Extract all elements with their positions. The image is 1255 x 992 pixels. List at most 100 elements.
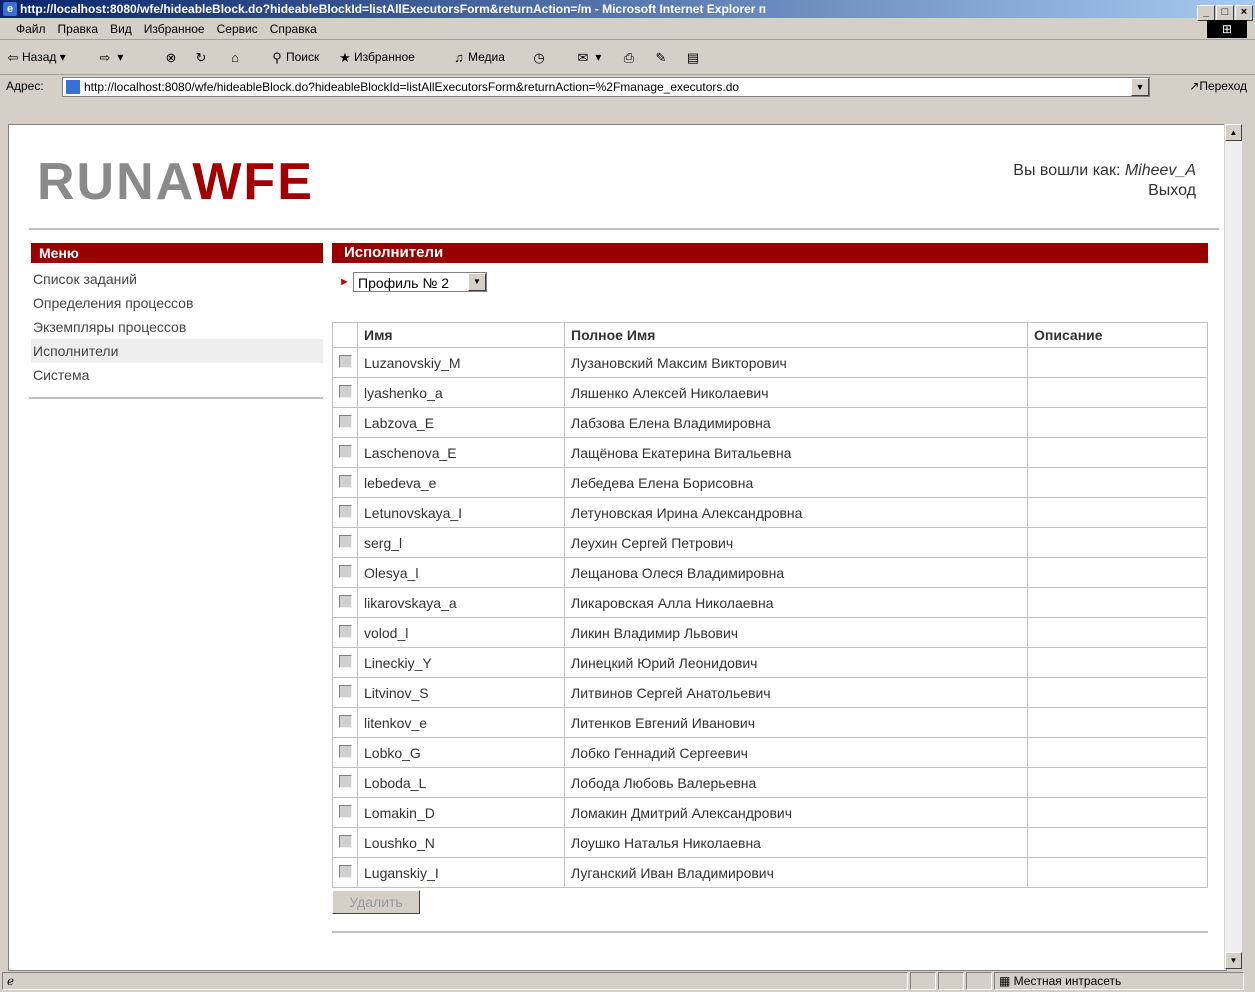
row-checkbox[interactable] [338, 684, 352, 698]
table-row: serg_l Леухин Сергей Петрович [332, 527, 1208, 558]
refresh-icon: ↻ [195, 49, 207, 65]
chevron-down-icon[interactable]: ▼ [468, 273, 486, 291]
forward-button[interactable]: ⇨ ▾ [96, 46, 124, 68]
row-checkbox-cell [332, 377, 358, 408]
forward-arrow-icon: ⇨ [99, 49, 111, 65]
row-checkbox[interactable] [338, 534, 352, 548]
column-header-name[interactable]: Имя [357, 322, 565, 348]
row-checkbox[interactable] [338, 504, 352, 518]
sidebar-item-process-instances[interactable]: Экземпляры процессов [31, 315, 323, 339]
profile-select[interactable]: Профиль № 2 ▼ [353, 272, 487, 292]
cell-name[interactable]: Luganskiy_I [357, 857, 565, 888]
row-checkbox[interactable] [338, 624, 352, 638]
cell-name[interactable]: Loboda_L [357, 767, 565, 798]
edit-button[interactable]: ✎ [652, 46, 670, 68]
row-checkbox[interactable] [338, 474, 352, 488]
cell-name[interactable]: Lobko_G [357, 737, 565, 768]
print-button[interactable]: ⎙ [620, 46, 638, 68]
cell-description [1027, 527, 1208, 558]
search-button[interactable]: ⚲ Поиск [268, 46, 319, 68]
row-checkbox[interactable] [338, 744, 352, 758]
menu-edit[interactable]: Правка [52, 19, 105, 39]
row-checkbox[interactable] [338, 774, 352, 788]
row-checkbox[interactable] [338, 594, 352, 608]
menu-favorites[interactable]: Избранное [138, 19, 211, 39]
row-checkbox[interactable] [338, 804, 352, 818]
cell-fullname: Лебедева Елена Борисовна [564, 467, 1028, 498]
cell-name[interactable]: Labzova_E [357, 407, 565, 438]
sidebar-item-system[interactable]: Система [31, 363, 323, 387]
printer-icon: ⎙ [623, 49, 635, 65]
ie-icon: e [3, 2, 17, 16]
cell-description [1027, 857, 1208, 888]
cell-name[interactable]: Lomakin_D [357, 797, 565, 828]
cell-description [1027, 797, 1208, 828]
cell-name[interactable]: litenkov_e [357, 707, 565, 738]
address-dropdown-button[interactable]: ▼ [1131, 78, 1149, 96]
page-icon [66, 80, 80, 94]
refresh-button[interactable]: ↻ [192, 46, 210, 68]
cell-name[interactable]: lebedeva_e [357, 467, 565, 498]
back-button[interactable]: ⇦ Назад ▾ [4, 46, 66, 68]
cell-name[interactable]: lyashenko_a [357, 377, 565, 408]
toolbar: ⇦ Назад ▾ ⇨ ▾ ⊗ ↻ ⌂ ⚲ Поиск ★ Избранное ♫ Ме… [0, 40, 1255, 75]
favorites-button[interactable]: ★ Избранное [336, 46, 415, 68]
cell-name[interactable]: serg_l [357, 527, 565, 558]
go-arrow-icon: ↗ [1189, 79, 1200, 93]
logout-link[interactable]: Выход [1013, 182, 1196, 200]
row-checkbox[interactable] [338, 354, 352, 368]
delete-button[interactable]: Удалить [332, 890, 420, 914]
expand-triangle-icon[interactable]: ► [339, 276, 353, 288]
row-checkbox-cell [332, 737, 358, 768]
menu-view[interactable]: Вид [104, 19, 138, 39]
sidebar-item-tasks[interactable]: Список заданий [31, 267, 323, 291]
cell-description [1027, 437, 1208, 468]
home-button[interactable]: ⌂ [226, 46, 244, 68]
table-header-row: Имя Полное Имя Описание [332, 322, 1208, 348]
table-row: volod_l Ликин Владимир Львович [332, 617, 1208, 648]
stop-button[interactable]: ⊗ [162, 46, 180, 68]
history-button[interactable]: ◷ [530, 46, 548, 68]
address-input[interactable]: http://localhost:8080/wfe/hideableBlock.… [62, 77, 1150, 97]
table-row: Luganskiy_I Луганский Иван Владимирович [332, 857, 1208, 888]
ie-status-icon: ℯ [7, 974, 15, 988]
scroll-down-icon[interactable]: ▼ [1225, 952, 1242, 969]
cell-fullname: Ломакин Дмитрий Александрович [564, 797, 1028, 828]
cell-name[interactable]: Litvinov_S [357, 677, 565, 708]
menu-file[interactable]: Файл [10, 19, 52, 39]
sidebar-item-executors[interactable]: Исполнители [31, 339, 323, 363]
cell-name[interactable]: Lineckiy_Y [357, 647, 565, 678]
cell-name[interactable]: Luzanovskiy_M [357, 347, 565, 378]
sidebar-item-process-definitions[interactable]: Определения процессов [31, 291, 323, 315]
mail-button[interactable]: ✉ ▾ [574, 46, 602, 68]
cell-name[interactable]: likarovskaya_a [357, 587, 565, 618]
row-checkbox[interactable] [338, 714, 352, 728]
cell-fullname: Ляшенко Алексей Николаевич [564, 377, 1028, 408]
vertical-scrollbar[interactable]: ▲ ▼ [1224, 124, 1242, 969]
cell-description [1027, 497, 1208, 528]
row-checkbox[interactable] [338, 834, 352, 848]
menu-tools[interactable]: Сервис [211, 19, 264, 39]
cell-name[interactable]: volod_l [357, 617, 565, 648]
row-checkbox[interactable] [338, 444, 352, 458]
row-checkbox[interactable] [338, 654, 352, 668]
cell-name[interactable]: Olesya_l [357, 557, 565, 588]
row-checkbox[interactable] [338, 564, 352, 578]
row-checkbox[interactable] [338, 864, 352, 878]
row-checkbox[interactable] [338, 414, 352, 428]
menu-help[interactable]: Справка [264, 19, 323, 39]
table-row: Labzova_E Лабзова Елена Владимировна [332, 407, 1208, 438]
cell-name[interactable]: Laschenova_E [357, 437, 565, 468]
row-checkbox-cell [332, 677, 358, 708]
scroll-up-icon[interactable]: ▲ [1225, 124, 1242, 141]
media-button[interactable]: ♫ Медиа [450, 46, 505, 68]
column-header-fullname[interactable]: Полное Имя [564, 322, 1028, 348]
go-button[interactable]: ↗Переход [1189, 79, 1247, 93]
table-row: litenkov_e Литенков Евгений Иванович [332, 707, 1208, 738]
cell-name[interactable]: Loushko_N [357, 827, 565, 858]
row-checkbox[interactable] [338, 384, 352, 398]
header-divider [29, 228, 1219, 230]
discuss-button[interactable]: ▤ [684, 46, 702, 68]
column-header-description[interactable]: Описание [1027, 322, 1208, 348]
cell-name[interactable]: Letunovskaya_I [357, 497, 565, 528]
